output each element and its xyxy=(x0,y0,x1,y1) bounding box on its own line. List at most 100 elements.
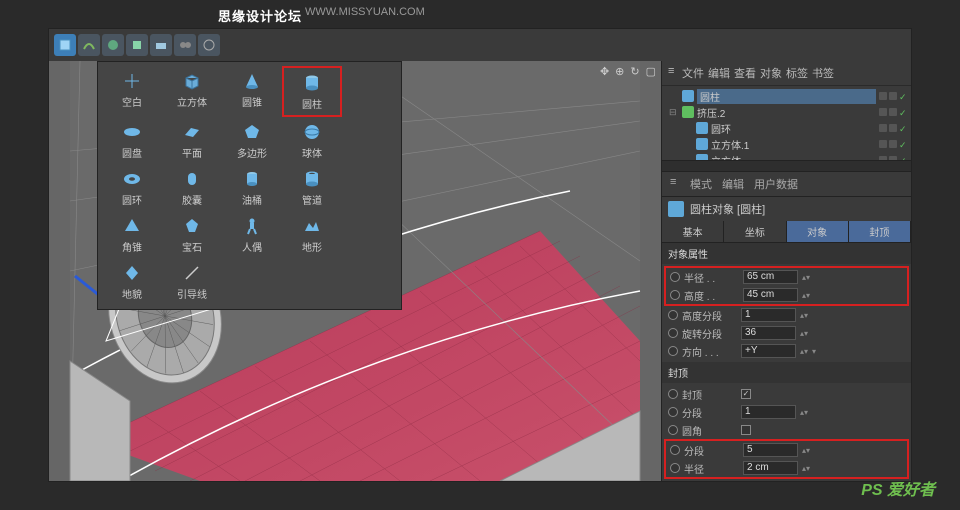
menu-object[interactable]: 对象 xyxy=(760,65,782,81)
vp-zoom-icon[interactable]: ⊕ xyxy=(615,65,624,78)
prop-input[interactable]: 1 xyxy=(741,308,796,322)
tree-flags[interactable]: ✓ xyxy=(879,108,907,116)
primitive-plane[interactable]: 平面 xyxy=(162,117,222,164)
menu-bookmarks[interactable]: 书签 xyxy=(812,65,834,81)
tab-cap[interactable]: 封顶 xyxy=(849,221,911,242)
tree-row[interactable]: 立方体.1✓ xyxy=(666,136,907,152)
menu-icon-2[interactable]: ≡ xyxy=(670,176,680,192)
vp-move-icon[interactable]: ✥ xyxy=(600,65,609,78)
menu-tags[interactable]: 标签 xyxy=(786,65,808,81)
tree-row[interactable]: ⊟ 挤压.2✓ xyxy=(666,104,907,120)
spinner-icon[interactable]: ▴▾ xyxy=(802,273,810,282)
radio-icon[interactable] xyxy=(668,346,678,356)
tool-btn-2[interactable] xyxy=(78,34,100,56)
tool-btn-3[interactable] xyxy=(102,34,124,56)
menu-file[interactable]: 文件 xyxy=(682,65,704,81)
primitive-figure[interactable]: 人偶 xyxy=(222,211,282,258)
prop-input[interactable]: 2 cm xyxy=(743,461,798,475)
tree-label[interactable]: 立方体 xyxy=(711,153,876,161)
prop-input[interactable]: 65 cm xyxy=(743,270,798,284)
tab-userdata[interactable]: 用户数据 xyxy=(754,176,798,192)
tree-flags[interactable]: ✓ xyxy=(879,124,907,132)
menu-edit[interactable]: 编辑 xyxy=(708,65,730,81)
primitive-oil[interactable]: 油桶 xyxy=(222,164,282,211)
tab-basic[interactable]: 基本 xyxy=(662,221,724,242)
tree-label[interactable]: 圆环 xyxy=(711,121,876,136)
primitive-poly[interactable]: 多边形 xyxy=(222,117,282,164)
checkbox[interactable] xyxy=(741,425,751,435)
section-cap: 封顶 xyxy=(662,362,911,383)
tree-flags[interactable]: ✓ xyxy=(879,140,907,148)
radio-icon[interactable] xyxy=(670,445,680,455)
spinner-icon[interactable]: ▴▾ xyxy=(800,408,808,417)
primitive-gem[interactable]: 宝石 xyxy=(162,211,222,258)
radio-icon[interactable] xyxy=(670,463,680,473)
panel-divider[interactable] xyxy=(662,160,911,172)
primitive-sphere[interactable]: 球体 xyxy=(282,117,342,164)
radio-icon[interactable] xyxy=(668,310,678,320)
primitive-terrain[interactable]: 地形 xyxy=(282,211,342,258)
dropdown-icon[interactable]: ▾ xyxy=(812,347,816,356)
radio-icon[interactable] xyxy=(668,425,678,435)
expand-icon[interactable]: ⊟ xyxy=(669,107,679,118)
object-tree[interactable]: 圆柱✓⊟挤压.2✓圆环✓立方体.1✓立方体✓⊟挤压.1✓矩形.1✓ xyxy=(662,86,911,160)
radio-icon[interactable] xyxy=(668,328,678,338)
tree-label[interactable]: 圆柱 xyxy=(697,89,876,104)
prop-input[interactable]: 1 xyxy=(741,405,796,419)
tab-coord[interactable]: 坐标 xyxy=(724,221,786,242)
primitive-label: 立方体 xyxy=(177,94,207,109)
menu-icon[interactable]: ≡ xyxy=(668,65,678,81)
vp-rotate-icon[interactable]: ↻ xyxy=(630,65,639,78)
tool-btn-5[interactable] xyxy=(150,34,172,56)
vp-frame-icon[interactable]: ▢ xyxy=(646,65,656,78)
checkbox[interactable]: ✓ xyxy=(741,389,751,399)
primitive-cone[interactable]: 圆锥 xyxy=(222,66,282,117)
tree-row[interactable]: 圆环✓ xyxy=(666,120,907,136)
tool-btn-4[interactable] xyxy=(126,34,148,56)
prop-input[interactable]: 45 cm xyxy=(743,288,798,302)
primitive-label: 圆环 xyxy=(122,192,142,207)
primitive-pyramid[interactable]: 角锥 xyxy=(102,211,162,258)
primitive-null[interactable]: 空白 xyxy=(102,66,162,117)
tool-btn-6[interactable] xyxy=(174,34,196,56)
poly-icon xyxy=(241,121,263,143)
tree-label[interactable]: 挤压.2 xyxy=(697,105,876,120)
tab-mode[interactable]: 模式 xyxy=(690,176,712,192)
primitive-disc[interactable]: 圆盘 xyxy=(102,117,162,164)
prop-input[interactable]: 5 xyxy=(743,443,798,457)
primitive-empty xyxy=(342,211,402,258)
primitive-platonic[interactable]: 地貌 xyxy=(102,258,162,305)
primitive-cylinder[interactable]: 圆柱 xyxy=(282,66,342,117)
tool-btn-7[interactable] xyxy=(198,34,220,56)
spinner-icon[interactable]: ▴▾ xyxy=(802,446,810,455)
prop-input[interactable]: 36 xyxy=(741,326,796,340)
prop-label: 方向 . . . xyxy=(682,344,737,359)
spinner-icon[interactable]: ▴▾ xyxy=(802,464,810,473)
primitive-guide[interactable]: 引导线 xyxy=(162,258,222,305)
tree-flags[interactable]: ✓ xyxy=(879,92,907,100)
menu-view[interactable]: 查看 xyxy=(734,65,756,81)
viewport-controls: ✥ ⊕ ↻ ▢ xyxy=(600,65,656,78)
primitive-empty xyxy=(342,164,402,211)
radio-icon[interactable] xyxy=(668,407,678,417)
primitive-torus[interactable]: 圆环 xyxy=(102,164,162,211)
prop-input[interactable]: +Y xyxy=(741,344,796,358)
tree-row[interactable]: 立方体✓ xyxy=(666,152,907,160)
spinner-icon[interactable]: ▴▾ xyxy=(800,311,808,320)
spinner-icon[interactable]: ▴▾ xyxy=(802,291,810,300)
prop-label: 旋转分段 xyxy=(682,326,737,341)
tree-label[interactable]: 立方体.1 xyxy=(711,137,876,152)
primitive-cube[interactable]: 立方体 xyxy=(162,66,222,117)
tree-row[interactable]: 圆柱✓ xyxy=(666,88,907,104)
radio-icon[interactable] xyxy=(668,389,678,399)
tab-edit[interactable]: 编辑 xyxy=(722,176,744,192)
primitive-tool-button[interactable] xyxy=(54,34,76,56)
radio-icon[interactable] xyxy=(670,272,680,282)
spinner-icon[interactable]: ▴▾ xyxy=(800,329,808,338)
tab-object[interactable]: 对象 xyxy=(787,221,849,242)
primitive-capsule[interactable]: 胶囊 xyxy=(162,164,222,211)
spinner-icon[interactable]: ▴▾ xyxy=(800,347,808,356)
plane-icon xyxy=(181,121,203,143)
primitive-tube[interactable]: 管道 xyxy=(282,164,342,211)
radio-icon[interactable] xyxy=(670,290,680,300)
